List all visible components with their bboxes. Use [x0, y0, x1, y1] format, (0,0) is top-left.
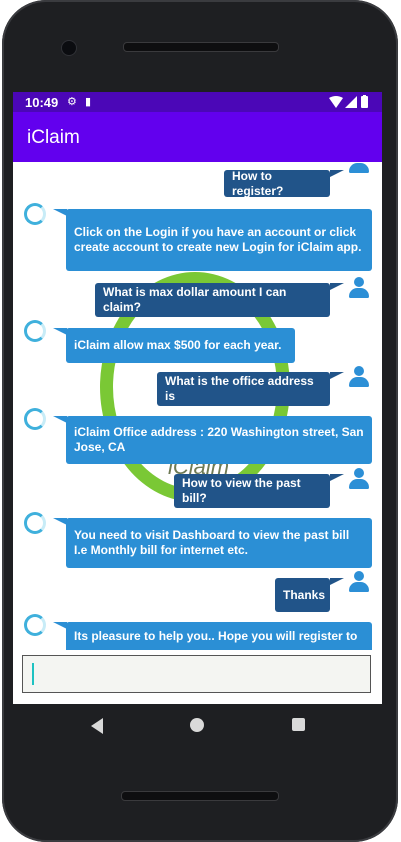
bubble-tail — [53, 328, 67, 335]
bubble-tail — [53, 622, 67, 629]
wifi-icon — [329, 96, 343, 108]
sd-card-icon: ▮ — [85, 96, 92, 108]
bubble-tail — [53, 416, 67, 423]
user-bubble: Thanks — [275, 578, 330, 612]
bubble-tail — [330, 170, 344, 177]
gear-icon: ⚙ — [67, 96, 77, 108]
back-icon[interactable] — [91, 718, 103, 734]
battery-icon — [361, 95, 368, 108]
chat-list[interactable]: iClaim How to register? Click on the Log… — [13, 162, 382, 650]
bubble-tail — [53, 518, 67, 525]
bot-bubble: iClaim Office address : 220 Washington s… — [66, 416, 372, 464]
user-avatar-icon — [348, 571, 370, 593]
status-bar: 10:49 ⚙ ▮ — [13, 92, 382, 112]
app-screen: 10:49 ⚙ ▮ iClaim iClaim How to register?… — [13, 92, 382, 704]
bottom-speaker — [121, 791, 279, 801]
bot-avatar-icon — [24, 320, 46, 342]
bubble-tail — [53, 209, 67, 216]
bot-avatar-icon — [24, 512, 46, 534]
user-avatar-icon — [348, 162, 370, 174]
text-cursor — [32, 663, 34, 685]
bubble-tail — [330, 474, 344, 481]
app-bar: iClaim — [13, 112, 382, 162]
bot-bubble: Its pleasure to help you.. Hope you will… — [66, 622, 372, 650]
system-nav-bar — [13, 704, 382, 746]
user-bubble: How to register? — [224, 169, 330, 198]
user-avatar-icon — [348, 468, 370, 490]
bot-bubble: Click on the Login if you have an accoun… — [66, 209, 372, 271]
bubble-tail — [330, 578, 344, 585]
bot-avatar-icon — [24, 408, 46, 430]
bubble-tail — [330, 372, 344, 379]
bot-avatar-icon — [24, 203, 46, 225]
front-camera — [61, 40, 77, 56]
recent-apps-icon[interactable] — [292, 718, 305, 731]
message-input-area — [13, 650, 382, 704]
user-bubble: What is the office address is — [157, 372, 330, 406]
user-avatar-icon — [348, 366, 370, 388]
status-time: 10:49 — [25, 95, 59, 110]
user-avatar-icon — [348, 277, 370, 299]
app-title: iClaim — [27, 127, 80, 148]
bot-avatar-icon — [24, 614, 46, 636]
signal-icon — [345, 96, 357, 108]
user-bubble: How to view the past bill? — [174, 474, 330, 508]
bubble-tail — [330, 283, 344, 290]
home-icon[interactable] — [190, 718, 204, 732]
bot-bubble: You need to visit Dashboard to view the … — [66, 518, 372, 568]
user-bubble: What is max dollar amount I can claim? — [95, 283, 330, 317]
top-speaker — [123, 42, 279, 52]
bot-bubble: iClaim allow max $500 for each year. — [66, 328, 295, 363]
message-input[interactable] — [22, 655, 371, 693]
